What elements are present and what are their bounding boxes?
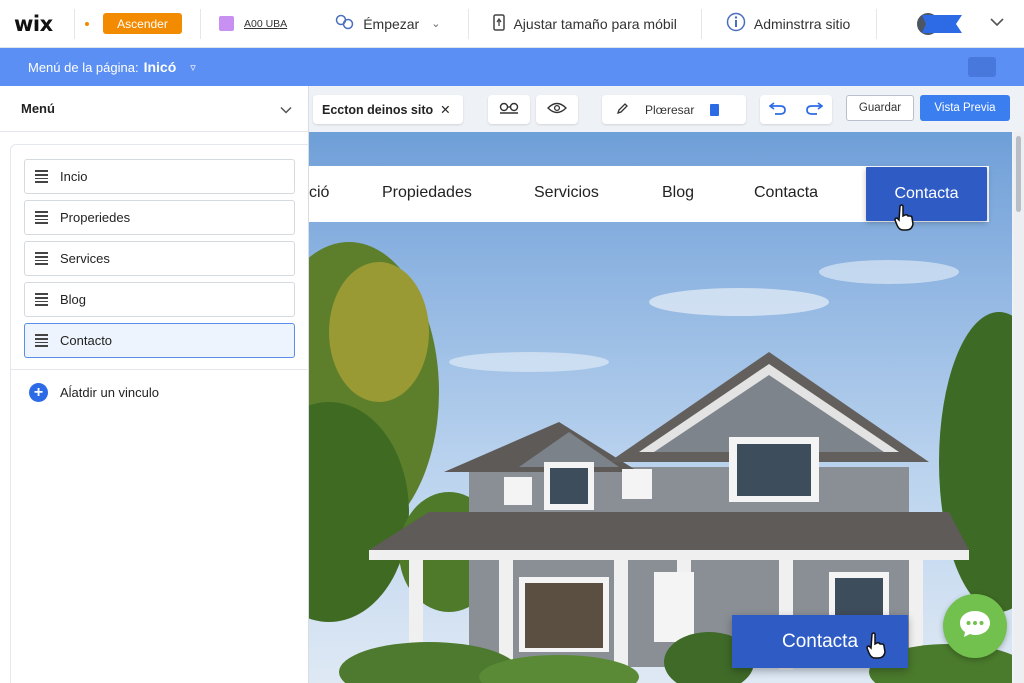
edit-label[interactable]: Plœresar bbox=[645, 103, 694, 117]
eye-icon bbox=[547, 102, 567, 117]
menu-item-label: Contacto bbox=[60, 333, 113, 348]
page-menu-prefix: Menú de la página: bbox=[28, 59, 139, 75]
panel-header[interactable]: Menú bbox=[0, 86, 308, 132]
rocket-icon bbox=[335, 14, 355, 34]
divider bbox=[876, 8, 878, 39]
menu-item[interactable]: Incio bbox=[24, 159, 295, 194]
menu-item-label: Blog bbox=[60, 292, 87, 307]
caret-down-icon[interactable]: ▿ bbox=[190, 61, 196, 74]
drag-handle-icon[interactable] bbox=[35, 211, 48, 224]
divider bbox=[11, 369, 309, 370]
chevron-down-icon[interactable] bbox=[280, 101, 292, 117]
start-label: Émpezar bbox=[363, 15, 420, 32]
site-nav-item[interactable]: Servicios bbox=[534, 184, 599, 202]
site-nav-item[interactable]: Contacta bbox=[754, 184, 818, 202]
manage-label: Adminstrra sitio bbox=[753, 15, 851, 32]
nav-contact-button[interactable]: Contacta bbox=[866, 167, 987, 221]
info-icon bbox=[726, 12, 746, 35]
canvas-scrollbar[interactable] bbox=[1014, 132, 1024, 683]
page-menu-bar[interactable]: Menú de la página: Inicó ▿ bbox=[0, 48, 1024, 86]
mobile-resize-button[interactable]: Ajustar tamaño para móbil bbox=[493, 13, 677, 34]
chat-icon bbox=[958, 609, 992, 644]
chevron-down-icon: ⌄ bbox=[431, 18, 441, 30]
menu-item[interactable]: Blog bbox=[24, 282, 295, 317]
trash-icon[interactable] bbox=[710, 103, 720, 116]
menu-item-label: Services bbox=[60, 251, 110, 266]
drag-handle-icon[interactable] bbox=[35, 334, 48, 347]
edit-toolbar: Plœresar bbox=[602, 95, 746, 124]
menu-item[interactable]: Properiedes bbox=[24, 200, 295, 235]
eye-button[interactable] bbox=[536, 95, 578, 124]
section-chip[interactable]: Eccton deinos sito ✕ bbox=[313, 95, 463, 124]
chat-button[interactable] bbox=[943, 594, 1007, 658]
close-icon[interactable]: ✕ bbox=[440, 102, 450, 117]
add-domain-link[interactable]: A00 UBA bbox=[244, 18, 287, 30]
drag-handle-icon[interactable] bbox=[35, 293, 48, 306]
top-bar: wix Ascender A00 UBA Émpezar ⌄ Ajustar t… bbox=[0, 0, 1024, 48]
redo-icon[interactable] bbox=[805, 100, 824, 120]
domain-icon bbox=[219, 16, 234, 31]
divider bbox=[468, 8, 470, 39]
menu-item-label: Properiedes bbox=[60, 210, 131, 225]
add-link-label: Aĺatdir un vinculo bbox=[60, 385, 159, 400]
manage-site-button[interactable]: Adminstrra sitio bbox=[726, 12, 850, 35]
menu-item[interactable]: Services bbox=[24, 241, 295, 276]
hand-cursor-icon bbox=[893, 204, 915, 237]
divider bbox=[700, 8, 702, 39]
scrollbar-thumb[interactable] bbox=[1016, 136, 1021, 212]
menu-item-selected[interactable]: Contacto bbox=[24, 323, 295, 358]
status-dot bbox=[85, 21, 89, 26]
pencil-icon[interactable] bbox=[616, 102, 629, 118]
upgrade-button[interactable]: Ascender bbox=[103, 13, 182, 34]
site-nav-item[interactable]: Propiedades bbox=[382, 184, 472, 202]
publish-tag-icon[interactable] bbox=[922, 15, 962, 33]
menu-item-label: Incio bbox=[60, 169, 88, 184]
divider bbox=[200, 8, 201, 39]
mobile-icon bbox=[493, 13, 506, 34]
divider bbox=[74, 8, 75, 39]
menu-list: Incio Properiedes Services Blog Contacto bbox=[24, 159, 295, 364]
panel-title: Menú bbox=[21, 101, 55, 116]
site-canvas[interactable]: ció Propiedades Servicios Blog Contacta … bbox=[309, 132, 1012, 683]
plus-icon: + bbox=[29, 383, 48, 402]
preview-button[interactable]: Vista Previa bbox=[920, 95, 1010, 121]
hand-cursor-icon bbox=[865, 632, 887, 665]
glasses-icon bbox=[499, 102, 519, 117]
history-toolbar bbox=[760, 95, 832, 124]
menu-panel: Menú Incio Properiedes Services Blog Con… bbox=[0, 86, 309, 683]
site-nav-item[interactable]: ció bbox=[309, 184, 329, 202]
mobile-label: Ajustar tamaño para móbil bbox=[513, 15, 677, 32]
menu-editor: Incio Properiedes Services Blog Contacto… bbox=[10, 144, 309, 683]
chevron-down-icon[interactable] bbox=[990, 14, 1004, 32]
site-nav-item[interactable]: Blog bbox=[662, 184, 694, 202]
start-menu[interactable]: Émpezar ⌄ bbox=[335, 14, 440, 34]
section-label: Eccton deinos sito bbox=[322, 102, 434, 117]
undo-icon[interactable] bbox=[768, 100, 787, 120]
save-button[interactable]: Guardar bbox=[846, 95, 914, 121]
current-page[interactable]: Inicó bbox=[144, 59, 177, 75]
drag-handle-icon[interactable] bbox=[35, 170, 48, 183]
glasses-button[interactable] bbox=[488, 95, 530, 124]
add-link-button[interactable]: + Aĺatdir un vinculo bbox=[29, 383, 159, 402]
drag-handle-icon[interactable] bbox=[35, 252, 48, 265]
pagebar-action[interactable] bbox=[968, 57, 996, 77]
wix-logo[interactable]: wix bbox=[14, 12, 74, 36]
